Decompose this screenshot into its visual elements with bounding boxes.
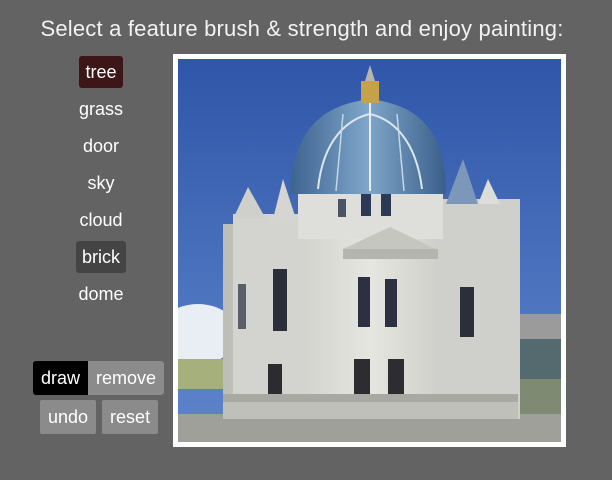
draw-button[interactable]: draw: [33, 361, 89, 395]
page-title: Select a feature brush & strength and en…: [40, 16, 564, 41]
undo-button[interactable]: undo: [40, 400, 97, 434]
painting-canvas[interactable]: [178, 59, 561, 442]
feature-brush-list: tree grass door sky cloud brick dome: [60, 56, 142, 315]
canvas-frame: [173, 54, 566, 447]
feature-dome[interactable]: dome: [72, 278, 129, 310]
feature-door[interactable]: door: [77, 130, 125, 162]
remove-button[interactable]: remove: [88, 361, 165, 395]
feature-tree[interactable]: tree: [79, 56, 123, 88]
feature-cloud[interactable]: cloud: [73, 204, 128, 236]
reset-button[interactable]: reset: [102, 400, 159, 434]
feature-sky[interactable]: sky: [82, 167, 121, 199]
generated-building-image: [178, 59, 561, 442]
action-buttons: undo reset: [40, 400, 159, 434]
feature-brick[interactable]: brick: [75, 241, 126, 273]
mode-toggle: draw remove: [33, 361, 165, 395]
feature-grass[interactable]: grass: [73, 93, 129, 125]
